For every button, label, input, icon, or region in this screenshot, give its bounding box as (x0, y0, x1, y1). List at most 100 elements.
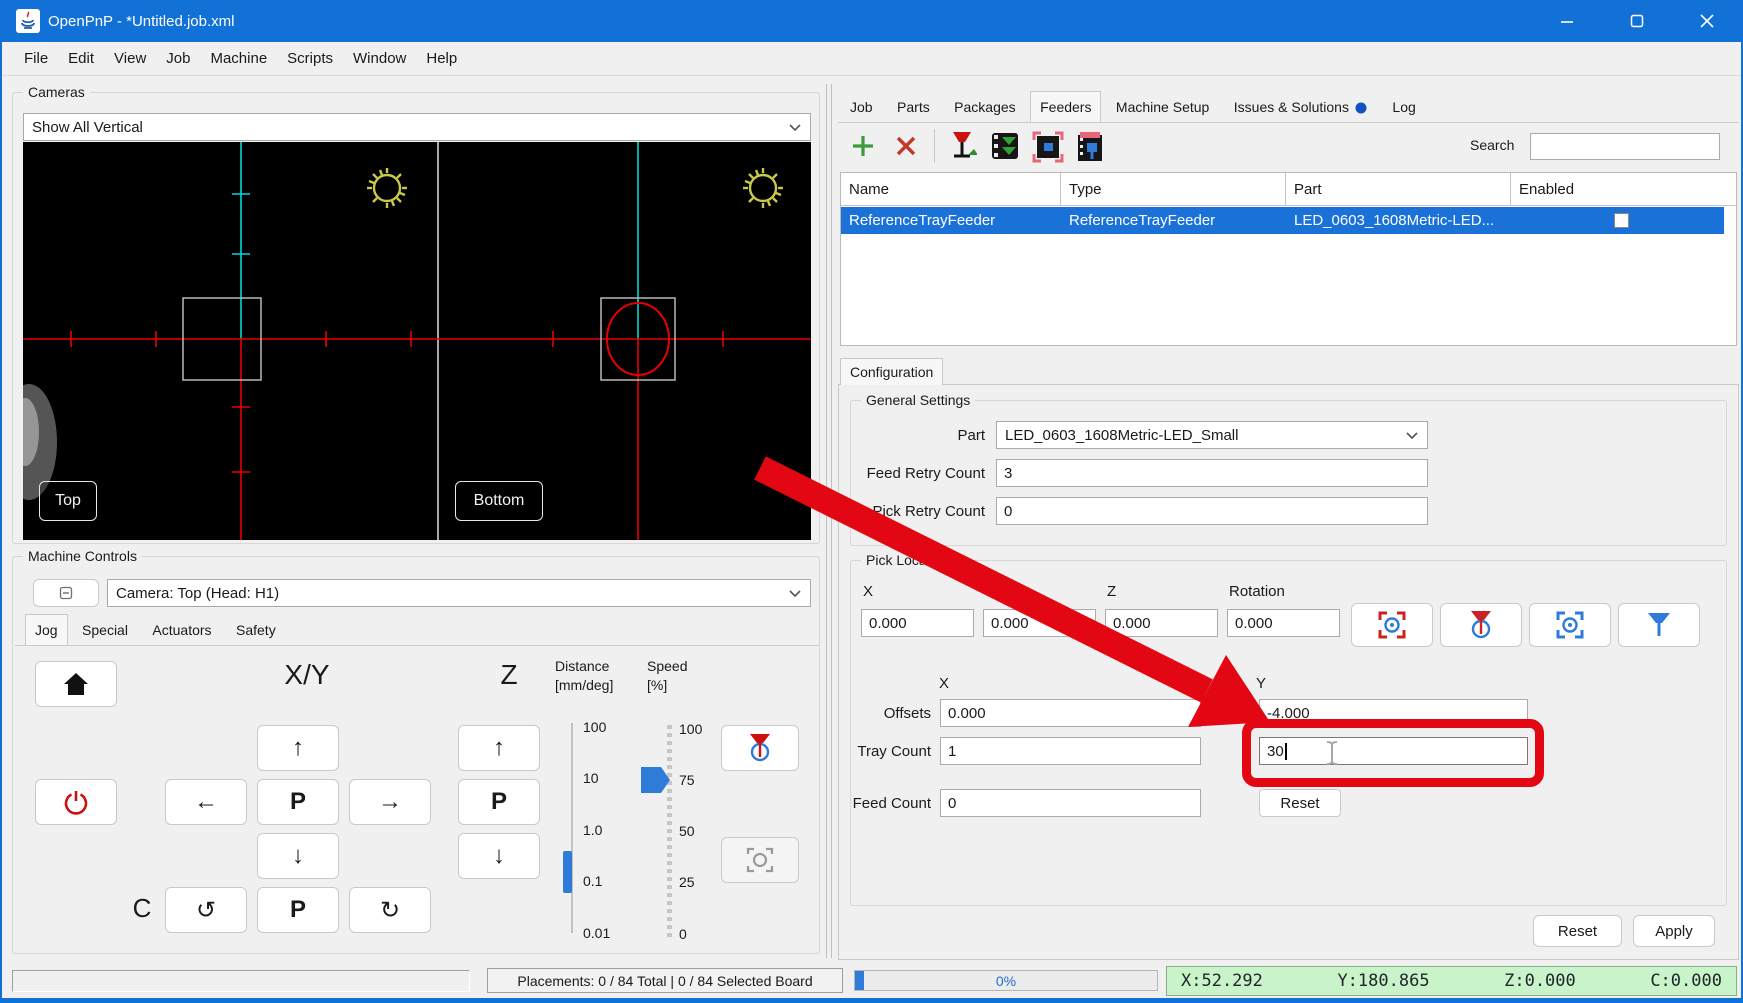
capture-camera-location-button[interactable] (1351, 603, 1433, 647)
jog-c-ccw-button[interactable]: ↺ (165, 887, 247, 933)
feed-count-reset-button[interactable]: Reset (1259, 789, 1341, 817)
pick-feeder-button[interactable] (988, 129, 1022, 163)
tab-jog[interactable]: Jog (25, 614, 68, 645)
feed-retry-count-field[interactable]: 3 (996, 459, 1428, 487)
delete-x-icon (896, 136, 916, 156)
show-part-in-camera-button[interactable] (1030, 129, 1066, 165)
minimize-button[interactable] (1538, 0, 1596, 42)
feeder-type-cell: ReferenceTrayFeeder (1061, 212, 1286, 229)
park-z-button[interactable]: P (458, 779, 540, 825)
set-part-location-button[interactable] (1072, 129, 1108, 165)
move-camera-to-location-button[interactable] (1529, 603, 1611, 647)
pick-y-field[interactable]: 0.000 (983, 609, 1096, 637)
menu-window[interactable]: Window (343, 45, 416, 72)
jog-z-plus-button[interactable]: ↑ (458, 725, 540, 771)
add-feeder-button[interactable] (848, 131, 878, 161)
xy-axis-label: X/Y (257, 659, 357, 691)
distance-slider-handle[interactable] (563, 851, 572, 893)
camera-view-canvas[interactable]: Top Bottom (23, 142, 811, 540)
top-camera-label: Top (39, 481, 97, 521)
jog-y-minus-button[interactable]: ↓ (257, 833, 339, 879)
tab-issues-solutions[interactable]: Issues & Solutions (1224, 94, 1378, 120)
pick-rotation-field[interactable]: 0.000 (1227, 609, 1340, 637)
table-row[interactable]: ReferenceTrayFeeder ReferenceTrayFeeder … (841, 207, 1724, 234)
tab-machine-setup[interactable]: Machine Setup (1106, 94, 1219, 120)
menu-job[interactable]: Job (156, 45, 200, 72)
machine-controls-legend: Machine Controls (23, 548, 142, 564)
menu-edit[interactable]: Edit (58, 45, 104, 72)
speed-slider[interactable]: 100 75 50 25 0 (641, 719, 713, 943)
general-settings-legend: General Settings (861, 392, 975, 408)
configuration-tabs: Configuration (840, 358, 943, 385)
collapse-jog-button[interactable] (33, 579, 99, 607)
tray-count-y-field[interactable]: 30 (1259, 737, 1528, 765)
feed-feeder-button[interactable] (946, 129, 980, 163)
maximize-button[interactable] (1608, 0, 1666, 42)
position-camera-button[interactable] (721, 837, 799, 883)
speed-slider-handle[interactable] (641, 766, 671, 794)
park-nozzle-button[interactable] (721, 725, 799, 771)
delete-feeder-button[interactable] (891, 131, 921, 161)
jog-target-selector[interactable]: Camera: Top (Head: H1) (107, 579, 811, 607)
pick-z-field[interactable]: 0.000 (1105, 609, 1218, 637)
pick-x-field[interactable]: 0.000 (861, 609, 974, 637)
tab-special[interactable]: Special (72, 617, 138, 643)
up-arrow-icon: ↑ (292, 734, 304, 762)
enabled-checkbox[interactable] (1614, 213, 1629, 228)
camera-crosshair-icon (746, 846, 774, 874)
home-button[interactable] (35, 661, 117, 707)
minimize-icon (1560, 14, 1574, 28)
tab-safety[interactable]: Safety (226, 617, 286, 643)
reset-button[interactable]: Reset (1533, 915, 1622, 947)
menu-machine[interactable]: Machine (200, 45, 277, 72)
distance-slider[interactable]: 100 10 1.0 0.1 0.01 (561, 719, 631, 939)
camera-view-selector[interactable]: Show All Vertical (23, 113, 811, 141)
column-header-part[interactable]: Part (1286, 173, 1511, 205)
tab-configuration[interactable]: Configuration (840, 358, 943, 385)
jog-z-minus-button[interactable]: ↓ (458, 833, 540, 879)
search-input[interactable] (1530, 133, 1720, 160)
offsets-x-field[interactable]: 0.000 (940, 699, 1201, 727)
part-selector[interactable]: LED_0603_1608Metric-LED_Small (996, 421, 1428, 449)
speed-header: Speed [%] (647, 657, 687, 695)
menu-scripts[interactable]: Scripts (277, 45, 343, 72)
capture-nozzle-location-button[interactable] (1440, 603, 1522, 647)
apply-button[interactable]: Apply (1633, 915, 1715, 947)
toolbar-separator (934, 129, 935, 163)
column-header-type[interactable]: Type (1061, 173, 1286, 205)
move-nozzle-to-location-button[interactable] (1618, 603, 1700, 647)
jog-c-cw-button[interactable]: ↻ (349, 887, 431, 933)
tab-job[interactable]: Job (840, 94, 883, 120)
column-header-name[interactable]: Name (841, 173, 1061, 205)
vertical-splitter[interactable] (826, 84, 827, 958)
menu-help[interactable]: Help (416, 45, 467, 72)
feed-count-label: Feed Count (851, 795, 931, 812)
close-icon (1700, 14, 1714, 28)
column-header-enabled[interactable]: Enabled (1511, 173, 1724, 205)
progress-bar-label: 0% (855, 971, 1157, 990)
offsets-y-field[interactable]: -4.000 (1259, 699, 1528, 727)
tab-feeders[interactable]: Feeders (1030, 91, 1101, 122)
close-button[interactable] (1678, 0, 1736, 42)
jog-y-plus-button[interactable]: ↑ (257, 725, 339, 771)
tab-parts[interactable]: Parts (887, 94, 940, 120)
feed-count-field[interactable]: 0 (940, 789, 1201, 817)
home-icon (63, 672, 89, 696)
z-axis-label: Z (481, 659, 537, 691)
menu-view[interactable]: View (104, 45, 156, 72)
tray-count-x-field[interactable]: 1 (940, 737, 1201, 765)
park-c-button[interactable]: P (257, 887, 339, 933)
dro-c: C:0.000 (1650, 971, 1722, 991)
pick-retry-count-field[interactable]: 0 (996, 497, 1428, 525)
jog-x-minus-button[interactable]: ← (165, 779, 247, 825)
tab-packages[interactable]: Packages (944, 94, 1025, 120)
park-xy-button[interactable]: P (257, 779, 339, 825)
power-button[interactable] (35, 779, 117, 825)
tab-log[interactable]: Log (1382, 94, 1425, 120)
tab-actuators[interactable]: Actuators (142, 617, 221, 643)
down-arrow-icon: ↓ (493, 842, 505, 870)
maximize-icon (1630, 14, 1644, 28)
camera-view-selector-value: Show All Vertical (32, 119, 143, 136)
jog-x-plus-button[interactable]: → (349, 779, 431, 825)
menu-file[interactable]: File (14, 45, 58, 72)
